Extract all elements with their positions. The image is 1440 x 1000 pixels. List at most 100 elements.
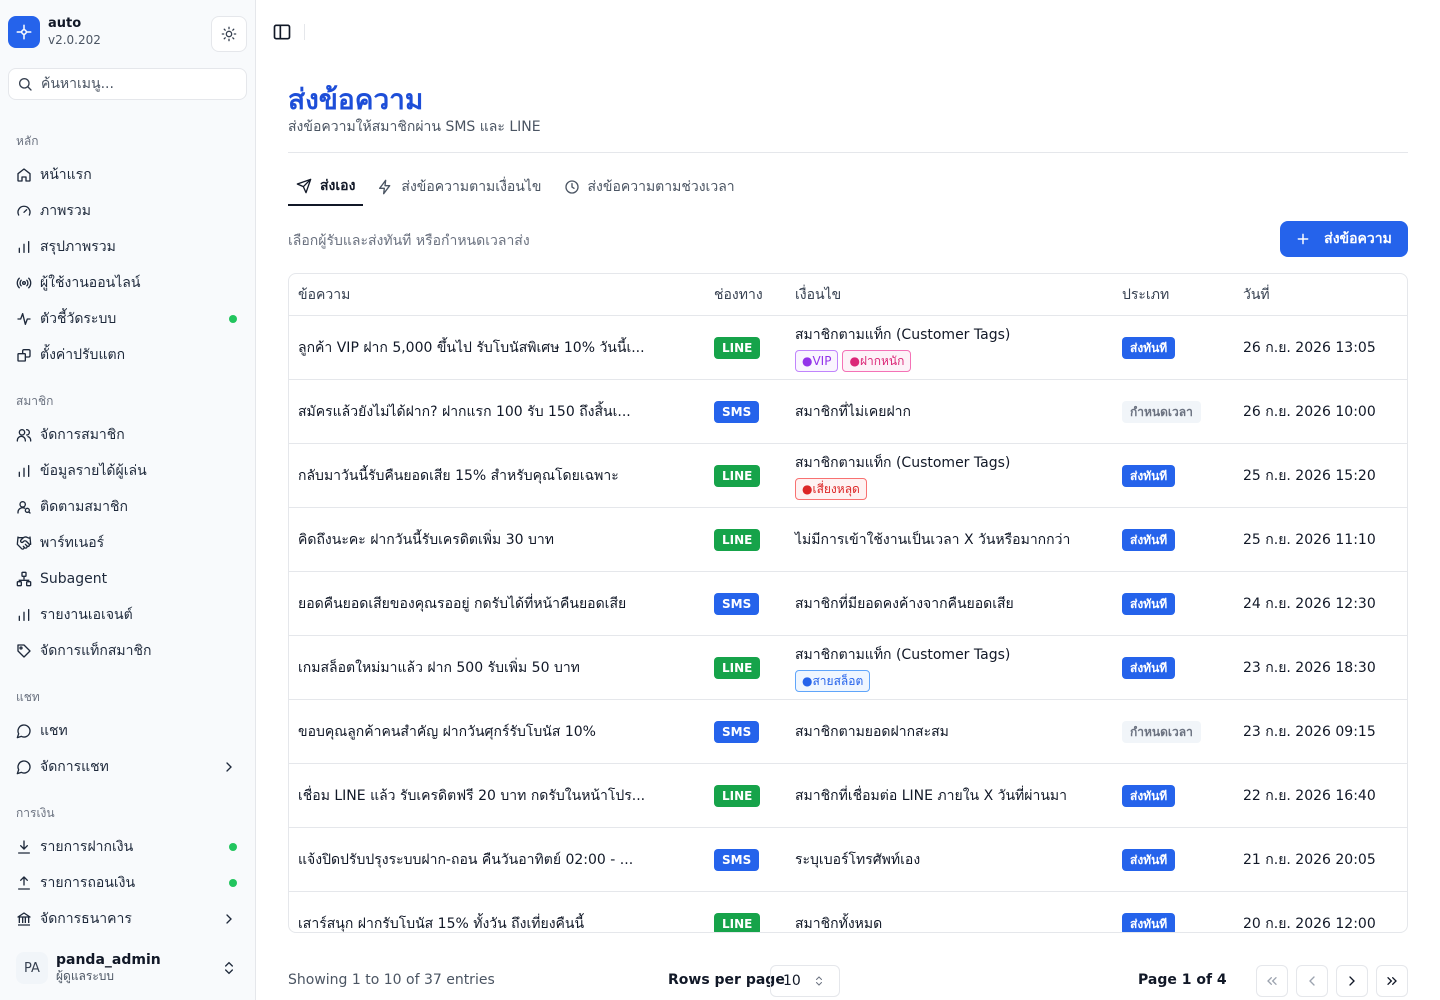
table-row[interactable]: ยอดคืนยอดเสียของคุณรออยู่ กดรับได้ที่หน้… [289, 572, 1407, 636]
network-icon [16, 571, 32, 587]
nav-group-main: หลัก [16, 134, 39, 148]
channel-badge: LINE [714, 528, 761, 551]
channel-cell: LINE [706, 912, 787, 932]
type-cell: ส่งทันที [1114, 656, 1235, 679]
type-badge: ส่งทันที [1122, 784, 1176, 807]
channel-badge: LINE [714, 656, 761, 679]
rows-per-page-select[interactable]: 10 [770, 965, 840, 997]
nav-group-members: สมาชิก [16, 394, 54, 408]
nav-group-chat: แชท [16, 690, 40, 704]
condition-cell: สมาชิกทั้งหมด [787, 913, 1114, 933]
table-row[interactable]: สมัครแล้วยังไม่ได้ฝาก? ฝากแรก 100 รับ 15… [289, 380, 1407, 444]
sidebar-item-subagent[interactable]: Subagent [8, 563, 247, 595]
condition-cell: สมาชิกที่มียอดคงค้างจากคืนยอดเสีย [787, 593, 1114, 615]
sidebar-item-label: จัดการธนาคาร [40, 911, 132, 927]
condition-text: สมาชิกที่มียอดคงค้างจากคืนยอดเสีย [795, 595, 1014, 612]
send-message-button[interactable]: ส่งข้อความ [1280, 221, 1408, 257]
chevrons-up-down-icon [221, 960, 237, 980]
channel-cell: LINE [706, 336, 787, 359]
date-cell: 23 ก.ย. 2026 09:15 [1243, 723, 1376, 740]
type-badge: ส่งทันที [1122, 336, 1176, 359]
sidebar-item-label: จัดการแชท [40, 759, 109, 775]
tab-label: ส่งข้อความตามช่วงเวลา [587, 179, 735, 195]
table-row[interactable]: ขอบคุณลูกค้าคนสำคัญ ฝากวันศุกร์รับโบนัส … [289, 700, 1407, 764]
condition-cell: สมาชิกตามแท็ก (Customer Tags) ●เสี่ยงหลุด [787, 452, 1114, 500]
channel-cell: LINE [706, 464, 787, 487]
chevron-right-icon [221, 759, 237, 779]
sidebar-item-label: ติดตามสมาชิก [40, 499, 128, 515]
sidebar-item-deposits[interactable]: รายการฝากเงิน [8, 831, 247, 863]
date-cell: 22 ก.ย. 2026 16:40 [1243, 787, 1376, 804]
sidebar-item-label: แชท [40, 723, 68, 739]
channel-cell: SMS [706, 720, 787, 743]
condition-text: สมาชิกที่ไม่เคยฝาก [795, 403, 912, 420]
condition-text: ไม่มีการเข้าใช้งานเป็นเวลา X วันหรือมากก… [795, 531, 1071, 548]
table-row[interactable]: กลับมาวันนี้รับคืนยอดเสีย 15% สำหรับคุณโ… [289, 444, 1407, 508]
type-cell: กำหนดเวลา [1114, 400, 1235, 423]
sidebar-item-home[interactable]: หน้าแรก [8, 159, 247, 191]
theme-toggle-button[interactable] [211, 16, 247, 52]
message-cell: เชื่อม LINE แล้ว รับเครดิตฟรี 20 บาท กดร… [298, 787, 646, 804]
brand[interactable]: auto v2.0.202 [8, 16, 101, 48]
sidebar-item-banks[interactable]: จัดการธนาคาร [8, 903, 247, 935]
user-menu[interactable]: PA panda_admin ผู้ดูแลระบบ [8, 944, 247, 992]
tab-manual-send[interactable]: ส่งเอง [288, 170, 364, 206]
date-cell: 26 ก.ย. 2026 10:00 [1243, 403, 1376, 420]
messages-table: ข้อความ ช่องทาง เงื่อนไข ประเภท วันที่ ล… [288, 273, 1408, 933]
last-page-button[interactable] [1376, 965, 1408, 997]
menu-search-input[interactable] [41, 76, 231, 92]
sidebar-item-overview[interactable]: ภาพรวม [8, 195, 247, 227]
send-message-button-label: ส่งข้อความ [1324, 231, 1392, 247]
sidebar-item-label: ตั้งค่าปรับแตก [40, 347, 126, 363]
previous-page-button[interactable] [1296, 965, 1328, 997]
condition-cell: สมาชิกตามยอดฝากสะสม [787, 721, 1114, 743]
sidebar-item-chat[interactable]: แชท [8, 715, 247, 747]
message-cell: ลูกค้า VIP ฝาก 5,000 ขึ้นไป รับโบนัสพิเศ… [298, 339, 645, 356]
table-row[interactable]: เกมสล็อตใหม่มาแล้ว ฝาก 500 รับเพิ่ม 50 บ… [289, 636, 1407, 700]
channel-badge: SMS [714, 400, 760, 423]
channel-badge: SMS [714, 720, 760, 743]
sidebar-item-summary[interactable]: สรุปภาพรวม [8, 231, 247, 263]
chevron-right-icon [1349, 976, 1355, 986]
next-page-button[interactable] [1336, 965, 1368, 997]
chevron-left-icon [1309, 976, 1315, 986]
sidebar-item-manage-chat[interactable]: จัดการแชท [8, 751, 247, 783]
sidebar-item-track-members[interactable]: ติดตามสมาชิก [8, 491, 247, 523]
table-row[interactable]: คิดถึงนะคะ ฝากวันนี้รับเครดิตเพิ่ม 30 บา… [289, 508, 1407, 572]
sidebar-item-system-metrics[interactable]: ตัวชี้วัดระบบ [8, 303, 247, 335]
first-page-button[interactable] [1256, 965, 1288, 997]
type-badge: ส่งทันที [1122, 528, 1176, 551]
condition-cell: สมาชิกที่ไม่เคยฝาก [787, 401, 1114, 423]
sidebar-item-withdrawals[interactable]: รายการถอนเงิน [8, 867, 247, 899]
sidebar-item-member-tags[interactable]: จัดการแท็กสมาชิก [8, 635, 247, 667]
sidebar-item-label: สรุปภาพรวม [40, 239, 116, 255]
sidebar-item-settings[interactable]: ตั้งค่าปรับแตก [8, 339, 247, 371]
tag-list: ●สายสล็อต [795, 669, 1114, 692]
message-cell: คิดถึงนะคะ ฝากวันนี้รับเครดิตเพิ่ม 30 บา… [298, 531, 554, 548]
condition-text: ระบุเบอร์โทรศัพท์เอง [795, 851, 921, 868]
type-cell: กำหนดเวลา [1114, 720, 1235, 743]
plus-icon [1296, 232, 1310, 246]
table-row[interactable]: แจ้งปิดปรับปรุงระบบฝาก-ถอน คืนวันอาทิตย์… [289, 828, 1407, 892]
message-cell: ขอบคุณลูกค้าคนสำคัญ ฝากวันศุกร์รับโบนัส … [298, 723, 596, 740]
sidebar-item-partner[interactable]: พาร์ทเนอร์ [8, 527, 247, 559]
condition-text: สมาชิกตามแท็ก (Customer Tags) [795, 454, 1011, 471]
type-cell: ส่งทันที [1114, 528, 1235, 551]
type-cell: ส่งทันที [1114, 592, 1235, 615]
sidebar-item-manage-members[interactable]: จัดการสมาชิก [8, 419, 247, 451]
tab-conditional-send[interactable]: ส่งข้อความตามเงื่อนไข [369, 170, 549, 204]
sidebar-item-label: หน้าแรก [40, 167, 92, 183]
type-cell: ส่งทันที [1114, 336, 1235, 359]
message-cell: สมัครแล้วยังไม่ได้ฝาก? ฝากแรก 100 รับ 15… [298, 403, 631, 420]
sidebar-item-online-users[interactable]: ผู้ใช้งานออนไลน์ [8, 267, 247, 299]
table-header: ข้อความ ช่องทาง เงื่อนไข ประเภท วันที่ [289, 274, 1407, 316]
table-row[interactable]: เชื่อม LINE แล้ว รับเครดิตฟรี 20 บาท กดร… [289, 764, 1407, 828]
sidebar-toggle-icon[interactable] [272, 22, 292, 42]
sidebar-item-player-income[interactable]: ข้อมูลรายได้ผู้เล่น [8, 455, 247, 487]
tab-scheduled-send[interactable]: ส่งข้อความตามช่วงเวลา [556, 170, 743, 204]
sidebar-item-agent-report[interactable]: รายงานเอเจนต์ [8, 599, 247, 631]
tag-list: ●VIP ●ฝากหนัก [795, 349, 1114, 372]
table-row[interactable]: เสาร์สนุก ฝากรับโบนัส 15% ทั้งวัน ถึงเที… [289, 892, 1407, 933]
table-row[interactable]: ลูกค้า VIP ฝาก 5,000 ขึ้นไป รับโบนัสพิเศ… [289, 316, 1407, 380]
condition-cell: สมาชิกตามแท็ก (Customer Tags) ●VIP ●ฝากหนั… [787, 324, 1114, 372]
